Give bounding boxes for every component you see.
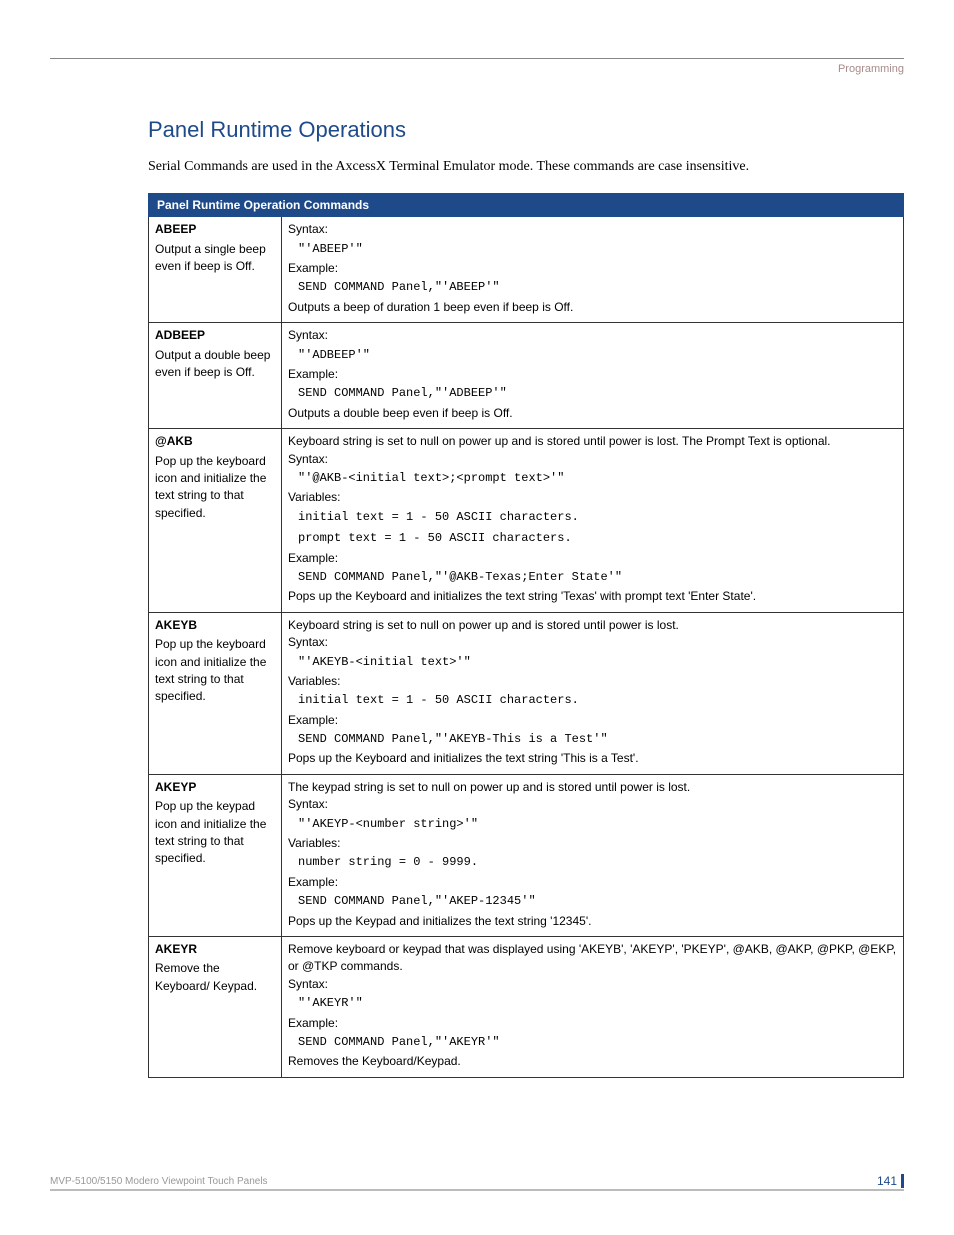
variables-label: Variables:	[288, 673, 897, 690]
table-row: AKEYR Remove the Keyboard/ Keypad. Remov…	[149, 936, 904, 1077]
syntax-code: "'AKEYR'"	[298, 993, 897, 1014]
command-body: Keyboard string is set to null on power …	[282, 612, 904, 774]
page-number: 141	[877, 1174, 904, 1188]
command-body: Syntax: "'ABEEP'" Example: SEND COMMAND …	[282, 217, 904, 323]
command-cell: AKEYR Remove the Keyboard/ Keypad.	[149, 936, 282, 1077]
header-rule	[50, 58, 904, 59]
syntax-label: Syntax:	[288, 796, 897, 813]
command-cell: AKEYP Pop up the keypad icon and initial…	[149, 774, 282, 936]
table-row: ABEEP Output a single beep even if beep …	[149, 217, 904, 323]
command-name: AKEYR	[155, 941, 275, 958]
example-code: SEND COMMAND Panel,"'AKEYB-This is a Tes…	[298, 729, 897, 750]
command-desc: Output a single beep even if beep is Off…	[155, 241, 275, 276]
command-desc: Pop up the keyboard icon and initialize …	[155, 636, 275, 706]
table-row: @AKB Pop up the keyboard icon and initia…	[149, 429, 904, 613]
result-text: Pops up the Keyboard and initializes the…	[288, 588, 897, 605]
footer-product: MVP-5100/5150 Modero Viewpoint Touch Pan…	[50, 1176, 268, 1187]
page: Programming Panel Runtime Operations Ser…	[0, 0, 954, 1235]
command-name: ABEEP	[155, 221, 275, 238]
body-intro: Keyboard string is set to null on power …	[288, 433, 897, 450]
example-code: SEND COMMAND Panel,"'AKEYR'"	[298, 1032, 897, 1053]
table-title: Panel Runtime Operation Commands	[149, 194, 904, 217]
result-text: Pops up the Keypad and initializes the t…	[288, 913, 897, 930]
syntax-label: Syntax:	[288, 634, 897, 651]
example-label: Example:	[288, 874, 897, 891]
command-body: Remove keyboard or keypad that was displ…	[282, 936, 904, 1077]
command-body: Keyboard string is set to null on power …	[282, 429, 904, 613]
syntax-label: Syntax:	[288, 327, 897, 344]
variable-line: number string = 0 - 9999.	[298, 852, 897, 873]
header-section-label: Programming	[50, 63, 904, 75]
syntax-code: "'ADBEEP'"	[298, 345, 897, 366]
example-label: Example:	[288, 366, 897, 383]
variables-label: Variables:	[288, 835, 897, 852]
command-desc: Pop up the keyboard icon and initialize …	[155, 453, 275, 523]
command-desc: Pop up the keypad icon and initialize th…	[155, 798, 275, 868]
section-title: Panel Runtime Operations	[50, 117, 904, 143]
command-cell: ADBEEP Output a double beep even if beep…	[149, 323, 282, 429]
syntax-label: Syntax:	[288, 976, 897, 993]
body-intro: Remove keyboard or keypad that was displ…	[288, 941, 897, 976]
example-label: Example:	[288, 550, 897, 567]
syntax-code: "'AKEYB-<initial text>'"	[298, 652, 897, 673]
command-name: ADBEEP	[155, 327, 275, 344]
syntax-label: Syntax:	[288, 221, 897, 238]
command-body: Syntax: "'ADBEEP'" Example: SEND COMMAND…	[282, 323, 904, 429]
result-text: Pops up the Keyboard and initializes the…	[288, 750, 897, 767]
example-code: SEND COMMAND Panel,"'ABEEP'"	[298, 277, 897, 298]
command-desc: Remove the Keyboard/ Keypad.	[155, 960, 275, 995]
result-text: Outputs a double beep even if beep is Of…	[288, 405, 897, 422]
table-row: AKEYP Pop up the keypad icon and initial…	[149, 774, 904, 936]
body-intro: Keyboard string is set to null on power …	[288, 617, 897, 634]
example-label: Example:	[288, 1015, 897, 1032]
syntax-code: "'ABEEP'"	[298, 239, 897, 260]
body-intro: The keypad string is set to null on powe…	[288, 779, 897, 796]
example-code: SEND COMMAND Panel,"'@AKB-Texas;Enter St…	[298, 567, 897, 588]
syntax-code: "'@AKB-<initial text>;<prompt text>'"	[298, 468, 897, 489]
result-text: Outputs a beep of duration 1 beep even i…	[288, 299, 897, 316]
table-title-row: Panel Runtime Operation Commands	[149, 194, 904, 217]
result-text: Removes the Keyboard/Keypad.	[288, 1053, 897, 1070]
command-cell: ABEEP Output a single beep even if beep …	[149, 217, 282, 323]
example-code: SEND COMMAND Panel,"'AKEP-12345'"	[298, 891, 897, 912]
command-name: @AKB	[155, 433, 275, 450]
example-label: Example:	[288, 712, 897, 729]
table-row: ADBEEP Output a double beep even if beep…	[149, 323, 904, 429]
variable-line: initial text = 1 - 50 ASCII characters.	[298, 507, 897, 528]
command-cell: AKEYB Pop up the keyboard icon and initi…	[149, 612, 282, 774]
command-name: AKEYP	[155, 779, 275, 796]
syntax-code: "'AKEYP-<number string>'"	[298, 814, 897, 835]
command-body: The keypad string is set to null on powe…	[282, 774, 904, 936]
variable-line: prompt text = 1 - 50 ASCII characters.	[298, 528, 897, 549]
command-desc: Output a double beep even if beep is Off…	[155, 347, 275, 382]
example-label: Example:	[288, 260, 897, 277]
variable-line: initial text = 1 - 50 ASCII characters.	[298, 690, 897, 711]
commands-table: Panel Runtime Operation Commands ABEEP O…	[148, 193, 904, 1077]
intro-paragraph: Serial Commands are used in the AxcessX …	[50, 157, 904, 177]
variables-label: Variables:	[288, 489, 897, 506]
example-code: SEND COMMAND Panel,"'ADBEEP'"	[298, 383, 897, 404]
syntax-label: Syntax:	[288, 451, 897, 468]
command-name: AKEYB	[155, 617, 275, 634]
table-row: AKEYB Pop up the keyboard icon and initi…	[149, 612, 904, 774]
command-cell: @AKB Pop up the keyboard icon and initia…	[149, 429, 282, 613]
footer: MVP-5100/5150 Modero Viewpoint Touch Pan…	[50, 1174, 904, 1191]
